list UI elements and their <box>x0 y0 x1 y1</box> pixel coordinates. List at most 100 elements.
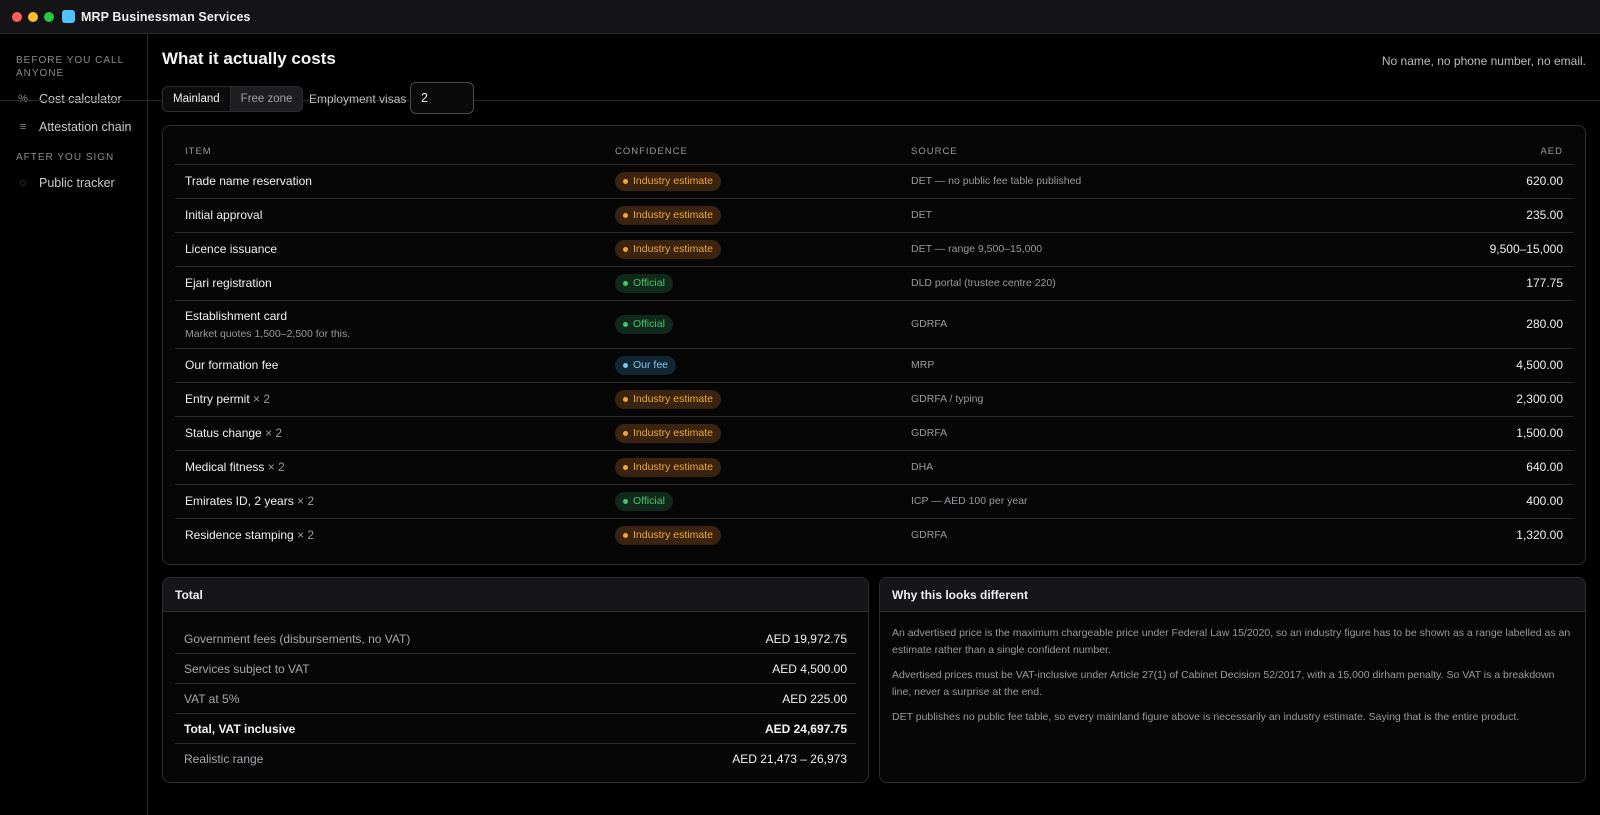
item-cell: Medical fitness × 2 <box>175 450 615 485</box>
sidebar-section-after: AFTER YOU SIGN <box>16 152 115 163</box>
confidence-badge: Industry estimate <box>615 205 721 225</box>
confidence-cell: Industry estimate <box>615 518 911 552</box>
cost-table-body: Trade name reservation Industry estimate D… <box>175 164 1573 552</box>
table-row: Trade name reservation Industry estimate D… <box>175 164 1573 199</box>
table-row: Initial approval Industry estimate DET 235.… <box>175 198 1573 233</box>
page-title: What it actually costs <box>162 49 336 68</box>
item-name: Ejari registration <box>185 276 272 290</box>
item-multiplier: × 2 <box>265 426 283 440</box>
total-row-label: Total, VAT inclusive <box>184 721 296 736</box>
amount-cell: 400.00 <box>1355 484 1573 519</box>
total-rows: Government fees (disbursements, no VAT) A… <box>163 612 868 774</box>
item-cell: Trade name reservation <box>175 164 615 199</box>
item-name: Residence stamping <box>185 528 294 543</box>
total-row-label: Services subject to VAT <box>184 661 310 676</box>
source-cell: MRP <box>911 348 1356 383</box>
confidence-badge: Official <box>615 314 673 334</box>
source-cell: GDRFA <box>911 300 1356 349</box>
minimize-window-button[interactable] <box>28 11 38 22</box>
total-row-value: AED 24,697.75 <box>764 721 847 736</box>
confidence-label: Industry estimate <box>633 175 713 187</box>
column-header-source: SOURCE <box>911 126 1356 165</box>
confidence-cell: Industry estimate <box>615 164 911 199</box>
item-cell: Residence stamping × 2 <box>175 518 615 552</box>
item-name: Status change <box>185 426 262 440</box>
confidence-cell: Official <box>615 266 911 301</box>
status-dot-icon <box>623 212 628 218</box>
total-row-label: Government fees (disbursements, no VAT) <box>184 631 411 646</box>
zone-free-zone-button[interactable]: Free zone <box>231 87 303 111</box>
item-name: Establishment card <box>185 308 288 323</box>
source-cell: ICP — AED 100 per year <box>911 484 1356 519</box>
confidence-cell: Industry estimate <box>615 232 911 267</box>
confidence-badge: Industry estimate <box>615 239 721 259</box>
confidence-label: Industry estimate <box>633 427 713 439</box>
confidence-label: Official <box>633 495 665 507</box>
why-panel: Why this looks different An advertised p… <box>879 577 1586 783</box>
close-window-button[interactable] <box>12 11 22 22</box>
total-row: Total, VAT inclusive AED 24,697.75 <box>175 714 856 744</box>
status-dot-icon <box>623 396 628 402</box>
maximize-window-button[interactable] <box>44 11 54 22</box>
confidence-badge: Industry estimate <box>615 171 721 191</box>
confidence-cell: Our fee <box>615 348 911 383</box>
confidence-cell: Industry estimate <box>615 198 911 233</box>
total-row-value: AED 19,972.75 <box>765 631 847 646</box>
sidebar-item-public-tracker[interactable]: ◌ Public tracker <box>0 169 147 197</box>
confidence-badge: Official <box>615 273 673 293</box>
total-row: Government fees (disbursements, no VAT) A… <box>175 624 856 654</box>
amount-cell: 2,300.00 <box>1355 382 1573 417</box>
confidence-badge: Our fee <box>615 355 677 375</box>
status-dot-icon <box>623 362 628 368</box>
item-cell: Emirates ID, 2 years × 2 <box>175 484 615 519</box>
status-dot-icon <box>623 498 628 504</box>
amount-cell: 235.00 <box>1355 198 1573 233</box>
amount-cell: 1,320.00 <box>1516 528 1563 543</box>
source-cell: DHA <box>911 450 1356 485</box>
status-dot-icon <box>623 178 628 184</box>
item-name: Emirates ID, 2 years <box>185 494 294 508</box>
confidence-label: Our fee <box>633 359 669 371</box>
source-cell: DET <box>911 198 1356 233</box>
source-cell: GDRFA <box>911 529 948 542</box>
total-panel-title: Total <box>163 578 868 612</box>
confidence-badge: Industry estimate <box>615 389 721 409</box>
amount-cell: 177.75 <box>1355 266 1573 301</box>
list-icon: ≡ <box>19 121 27 133</box>
title-bar: MRP Businessman Services <box>0 0 1600 34</box>
confidence-cell: Official <box>615 300 911 349</box>
zone-toggle: Mainland Free zone <box>162 86 304 112</box>
table-row: Residence stamping × 2 Industry estimate G… <box>175 518 1573 552</box>
total-row-label: VAT at 5% <box>184 691 240 706</box>
confidence-cell: Industry estimate <box>615 450 911 485</box>
source-cell: GDRFA / typing <box>911 382 1356 417</box>
confidence-badge: Industry estimate <box>615 423 721 443</box>
confidence-label: Industry estimate <box>633 393 713 405</box>
visas-input[interactable] <box>410 82 474 114</box>
why-body: An advertised price is the maximum charg… <box>880 612 1585 747</box>
item-cell: Entry permit × 2 <box>175 382 615 417</box>
amount-cell: 4,500.00 <box>1355 348 1573 383</box>
zone-mainland-button[interactable]: Mainland <box>163 87 231 111</box>
item-multiplier: × 2 <box>253 392 271 406</box>
item-name: Our formation fee <box>185 358 279 372</box>
table-row: Establishment card Market quotes 1,500–2,… <box>175 300 1573 349</box>
confidence-cell: Industry estimate <box>615 382 911 417</box>
sidebar-item-label: Public tracker <box>39 176 115 190</box>
item-name: Entry permit <box>185 392 250 406</box>
cost-table: ITEM CONFIDENCE SOURCE AED Trade name re… <box>175 126 1573 552</box>
total-row-value: AED 225.00 <box>782 691 847 706</box>
total-row: Services subject to VAT AED 4,500.00 <box>175 654 856 684</box>
percent-icon: % <box>18 93 28 105</box>
confidence-cell: Official <box>615 484 911 519</box>
item-name: Trade name reservation <box>185 174 312 188</box>
item-note: Market quotes 1,500–2,500 for this. <box>185 327 351 340</box>
sidebar-item-attestation-chain[interactable]: ≡ Attestation chain <box>0 113 147 141</box>
amount-cell: 620.00 <box>1355 164 1573 199</box>
status-dot-icon <box>623 246 628 252</box>
confidence-cell: Industry estimate <box>615 416 911 451</box>
sidebar-item-cost-calculator[interactable]: % Cost calculator <box>0 85 147 113</box>
table-row: Status change × 2 Industry estimate GDRFA 1… <box>175 416 1573 451</box>
tracker-icon: ◌ <box>19 177 27 189</box>
amount-cell: 9,500–15,000 <box>1355 232 1573 267</box>
